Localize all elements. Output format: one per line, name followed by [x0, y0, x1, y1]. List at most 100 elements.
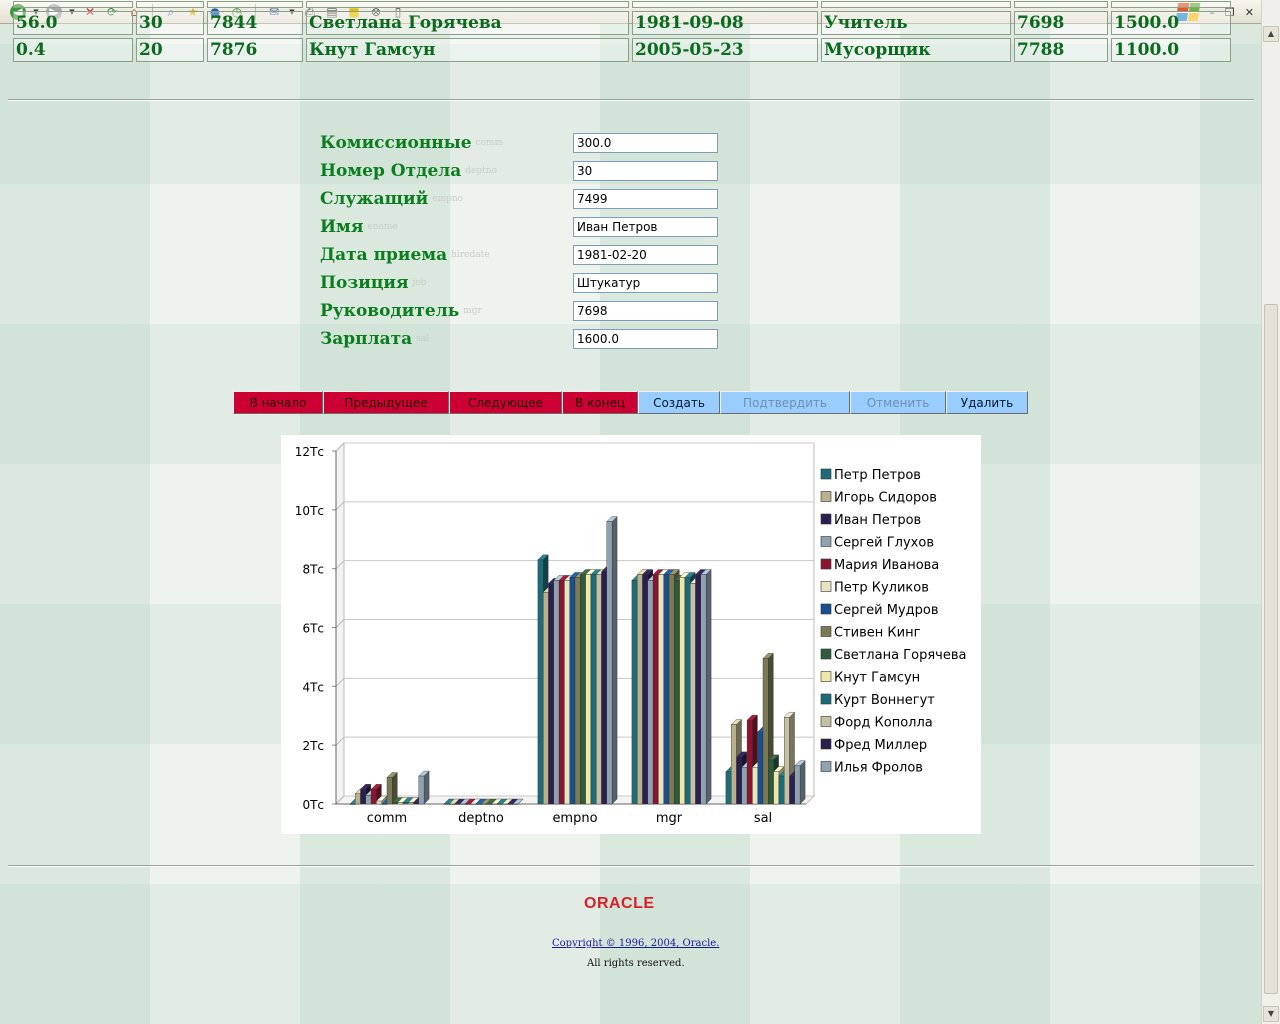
rollback-button[interactable]: Отменить — [850, 391, 946, 414]
legend-swatch — [820, 603, 832, 615]
scroll-thumb[interactable] — [1264, 304, 1278, 994]
legend-swatch — [820, 671, 832, 682]
ename-input[interactable] — [573, 217, 718, 237]
legend-swatch — [820, 491, 832, 502]
bar — [486, 803, 492, 805]
field-column-name: empno — [432, 194, 464, 204]
bar — [725, 771, 732, 805]
empno-input[interactable] — [573, 189, 718, 209]
divider — [8, 99, 1254, 101]
bar-chart: 0Тс 2Тс 4Тс 6Тс 8Тс 10Тс 12Тс comm deptno empno mg… — [281, 435, 981, 834]
legend-entry: Петр Петров — [834, 468, 921, 483]
form-row-job: Позиция job — [320, 269, 427, 297]
bar — [762, 658, 769, 805]
bar — [658, 574, 664, 805]
x-tick-label: mgr — [656, 811, 683, 826]
table-row[interactable]: 0.4 20 7876 Кнут Гамсун 2005-05-23 Мусор… — [13, 38, 1231, 62]
job-input[interactable] — [573, 273, 718, 293]
field-label: Руководитель — [320, 301, 460, 321]
bar — [553, 580, 560, 805]
first-record-button[interactable]: В начало — [233, 391, 323, 414]
legend-entry: Петр Куликов — [834, 581, 929, 596]
field-label: Зарплата — [320, 329, 413, 349]
divider — [8, 865, 1254, 867]
legend-swatch — [820, 716, 832, 727]
bar — [418, 775, 425, 805]
x-tick-label: deptno — [458, 811, 504, 826]
comm-input[interactable] — [573, 133, 718, 153]
bar — [601, 571, 608, 805]
legend-entry: Сергей Мудров — [834, 603, 939, 618]
deptno-input[interactable] — [573, 161, 718, 181]
field-column-name: mgr — [463, 306, 482, 316]
bar — [354, 793, 361, 805]
bar — [789, 775, 796, 805]
field-column-name: job — [412, 278, 427, 288]
table-cell: 0.4 — [13, 38, 133, 62]
bar — [470, 803, 476, 805]
legend-swatch — [820, 581, 832, 592]
table-cell: 7788 — [1014, 38, 1108, 62]
table-row[interactable]: 56.0 30 7844 Светлана Горячева 1981-09-0… — [13, 11, 1231, 35]
legend-swatch — [820, 536, 832, 547]
bar — [736, 756, 743, 805]
x-tick-label: empno — [552, 811, 597, 826]
bar — [652, 574, 659, 805]
sal-input[interactable] — [573, 329, 718, 349]
close-icon[interactable]: ✕ — [1245, 6, 1254, 19]
table-cell: Светлана Горячева — [306, 11, 629, 35]
bar — [507, 803, 514, 805]
bar-side — [705, 569, 712, 805]
legend-swatch — [820, 693, 832, 705]
bar — [501, 803, 508, 805]
field-label: Служащий — [320, 189, 429, 209]
table-cell: 1100.0 — [1111, 38, 1231, 62]
bar — [370, 789, 377, 805]
bar — [741, 767, 748, 805]
bar — [365, 794, 372, 805]
legend-entry: Форд Кополла — [834, 716, 933, 731]
bar — [784, 717, 790, 805]
bar — [695, 574, 702, 805]
legend-entry: Игорь Сидоров — [834, 491, 937, 506]
bar — [580, 574, 586, 805]
table-cell: 2005-05-23 — [632, 38, 818, 62]
next-record-button[interactable]: Следующее — [449, 391, 562, 414]
table-row — [13, 1, 1231, 8]
previous-record-button[interactable]: Предыдущее — [323, 391, 449, 414]
vertical-scrollbar[interactable]: ▲ ▼ — [1261, 0, 1280, 1024]
legend-entry: Мария Иванова — [834, 558, 939, 573]
bar — [752, 767, 758, 805]
form-row-hiredate: Дата приема hiredate — [320, 241, 490, 269]
legend-entry: Илья Фролов — [834, 761, 923, 776]
hiredate-input[interactable] — [573, 245, 718, 265]
table-cell: 20 — [136, 38, 204, 62]
bar — [537, 559, 544, 805]
field-column-name: comm — [475, 138, 504, 148]
bar — [402, 802, 409, 805]
legend-swatch — [820, 626, 832, 637]
scroll-up-icon[interactable]: ▲ — [1263, 26, 1279, 42]
field-label: Номер Отдела — [320, 161, 462, 181]
bar — [778, 775, 785, 805]
bar — [448, 803, 455, 805]
delete-button[interactable]: Удалить — [946, 391, 1028, 414]
legend-swatch — [820, 558, 832, 570]
y-tick-label: 6Тс — [302, 622, 324, 636]
copyright-link[interactable]: Copyright © 1996, 2004, Oracle. — [552, 938, 719, 949]
table-cell: 56.0 — [13, 11, 133, 35]
bar — [413, 802, 420, 805]
bar — [397, 802, 404, 805]
create-button[interactable]: Создать — [638, 391, 720, 414]
mgr-input[interactable] — [573, 301, 718, 321]
legend-swatch — [820, 648, 832, 660]
y-tick-label: 8Тс — [302, 563, 324, 577]
legend-entry: Курт Воннегут — [834, 693, 935, 708]
scroll-down-icon[interactable]: ▼ — [1263, 1006, 1279, 1022]
bar — [386, 777, 393, 805]
commit-button[interactable]: Подтвердить — [720, 391, 850, 414]
bar — [381, 803, 388, 805]
last-record-button[interactable]: В конец — [562, 391, 638, 414]
bar — [459, 803, 466, 805]
bar-side — [611, 516, 618, 805]
